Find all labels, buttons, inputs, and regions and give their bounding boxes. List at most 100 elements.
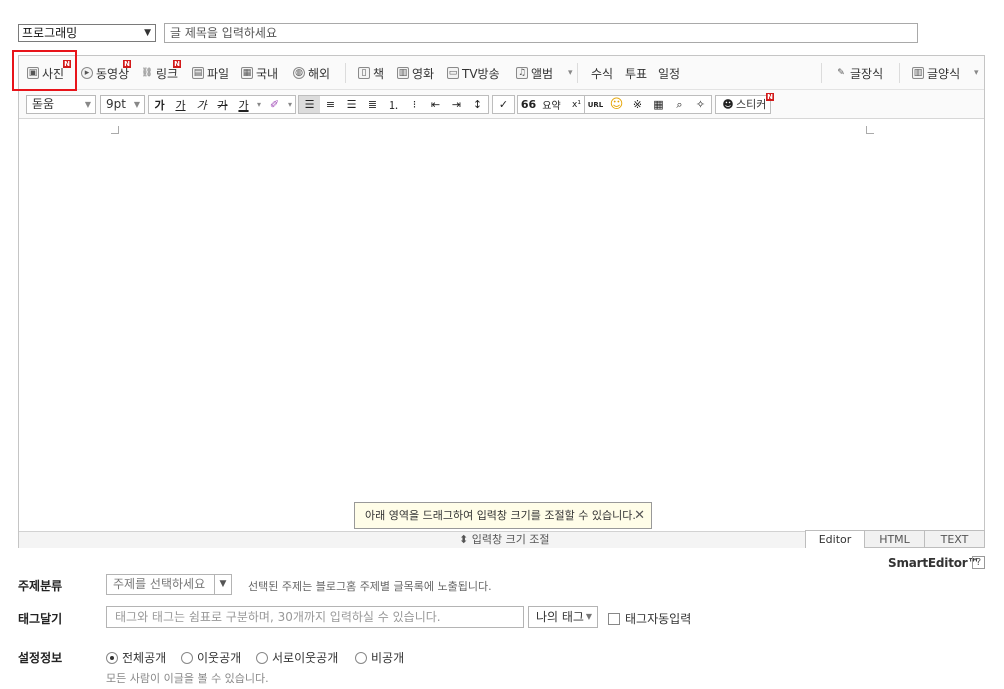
- album-button[interactable]: ♫ 앨범: [516, 65, 553, 81]
- text-style-button[interactable]: ✎ 글장식: [835, 65, 883, 81]
- link-button[interactable]: ⛓ 링크 N: [141, 60, 181, 81]
- italic-button[interactable]: 가: [191, 96, 212, 113]
- emoticon-icon[interactable]: ☺: [606, 96, 627, 113]
- template-button[interactable]: ▥ 글양식: [912, 65, 960, 81]
- tv-button[interactable]: ▭ TV방송: [447, 65, 500, 81]
- sticker-button[interactable]: ☻ 스티커 N: [715, 93, 774, 114]
- sticker-label: 스티커: [736, 98, 767, 111]
- format-toolbar: 돋움 ▼ 9pt ▼ 가 가 가 가 가 ▾ ✐ ▾ ☰ ≡ ☰ ≣ ⒈ ⁝ ⇤…: [19, 90, 984, 119]
- tv-label: TV방송: [462, 66, 500, 81]
- strike-button[interactable]: 가: [212, 96, 233, 113]
- font-color-button[interactable]: 가: [233, 96, 254, 113]
- ordered-list-icon[interactable]: ⒈: [383, 96, 404, 113]
- align-right-icon[interactable]: ☰: [341, 96, 362, 113]
- insert-toolbar: ▣ 사진 N ▸ 동영상 N ⛓ 링크 N ▤ 파일 ▦ 국내 ◍ 해외 ▯ 책…: [19, 56, 984, 90]
- category-select[interactable]: 프로그래밍 ▼: [18, 24, 156, 42]
- summary-button[interactable]: 요약: [539, 96, 564, 113]
- spellcheck-group: ✓: [492, 95, 515, 114]
- radio-public[interactable]: [106, 651, 118, 664]
- tab-text[interactable]: TEXT: [925, 530, 985, 548]
- font-size-select[interactable]: 9pt ▼: [100, 95, 145, 114]
- new-badge: N: [123, 60, 131, 68]
- special-char-icon[interactable]: ※: [627, 96, 648, 113]
- quote-group: 66 요약 x¹: [517, 95, 590, 114]
- file-icon: ▤: [192, 67, 204, 79]
- visibility-public[interactable]: 전체공개: [106, 649, 166, 666]
- visibility-private[interactable]: 비공개: [355, 649, 404, 666]
- poll-label: 투표: [625, 66, 648, 81]
- auto-tag-label: 태그자동입력: [625, 612, 692, 626]
- toolbar-divider: [345, 63, 346, 83]
- topic-select[interactable]: 주제를 선택하세요 ▼: [106, 574, 232, 595]
- editor-frame: ▣ 사진 N ▸ 동영상 N ⛓ 링크 N ▤ 파일 ▦ 국내 ◍ 해외 ▯ 책…: [18, 55, 985, 548]
- paragraph-group: ☰ ≡ ☰ ≣ ⒈ ⁝ ⇤ ⇥ ↕: [298, 95, 489, 114]
- resize-tooltip: 아래 영역을 드래그하여 입력창 크기를 조절할 수 있습니다. ✕: [354, 502, 652, 529]
- visibility-neighbors[interactable]: 이웃공개: [181, 649, 241, 666]
- template-dropdown-icon[interactable]: ▾: [974, 65, 979, 81]
- radio-neighbors[interactable]: [181, 651, 193, 664]
- indent-icon[interactable]: ⇥: [446, 96, 467, 113]
- dropdown-arrow-icon: ▼: [585, 612, 592, 621]
- book-button[interactable]: ▯ 책: [358, 65, 384, 81]
- highlight-color-icon[interactable]: ✐: [264, 96, 285, 113]
- tab-editor[interactable]: Editor: [805, 530, 865, 548]
- overseas-label: 해외: [308, 66, 331, 81]
- bold-button[interactable]: 가: [149, 96, 170, 113]
- radio-mutual[interactable]: [256, 651, 268, 664]
- template-icon: ▥: [912, 67, 924, 79]
- visibility-neighbors-label: 이웃공개: [197, 651, 242, 665]
- tag-input[interactable]: 태그와 태그는 쉼표로 구분하며, 30개까지 입력하실 수 있습니다.: [106, 606, 524, 628]
- file-button[interactable]: ▤ 파일: [192, 65, 229, 81]
- formula-label: 수식: [591, 66, 614, 81]
- radio-private[interactable]: [355, 651, 367, 664]
- font-family-value: 돋움: [32, 97, 55, 111]
- tv-icon: ▭: [447, 67, 459, 79]
- line-height-icon[interactable]: ↕: [467, 96, 488, 113]
- dropdown-arrow-icon: ▼: [133, 100, 140, 109]
- align-center-icon[interactable]: ≡: [320, 96, 341, 113]
- auto-tag-checkbox[interactable]: [608, 612, 620, 625]
- spellcheck-icon[interactable]: ✓: [493, 96, 514, 113]
- tab-html[interactable]: HTML: [865, 530, 925, 548]
- settings-label: 설정정보: [18, 651, 63, 665]
- bullet-list-icon[interactable]: ⁝: [404, 96, 425, 113]
- font-color-dropdown-icon[interactable]: ▾: [254, 96, 264, 113]
- font-family-select[interactable]: 돋움 ▼: [26, 95, 96, 114]
- visibility-mutual[interactable]: 서로이웃공개: [256, 649, 338, 666]
- poll-button[interactable]: 투표: [625, 65, 647, 81]
- brush-icon: ✎: [837, 68, 845, 78]
- toolbar-divider: [821, 63, 822, 83]
- highlight-dropdown-icon[interactable]: ▾: [285, 96, 295, 113]
- play-icon: ▸: [81, 67, 93, 79]
- more-dropdown-icon[interactable]: ▾: [568, 65, 573, 81]
- visibility-public-label: 전체공개: [122, 651, 167, 665]
- visibility-mutual-label: 서로이웃공개: [272, 651, 339, 665]
- close-icon[interactable]: ✕: [634, 503, 645, 528]
- outdent-icon[interactable]: ⇤: [425, 96, 446, 113]
- overseas-map-button[interactable]: ◍ 해외: [293, 65, 330, 81]
- align-left-icon[interactable]: ☰: [299, 96, 320, 113]
- title-input[interactable]: 글 제목을 입력하세요: [164, 23, 918, 43]
- underline-button[interactable]: 가: [170, 96, 191, 113]
- schedule-button[interactable]: 일정: [658, 65, 680, 81]
- text-style-label: 글장식: [850, 66, 884, 81]
- editor-content-area[interactable]: [19, 119, 984, 531]
- auto-tag-option[interactable]: 태그자동입력: [608, 610, 691, 627]
- movie-button[interactable]: ▥ 영화: [397, 65, 434, 81]
- find-icon[interactable]: ⌕: [669, 96, 690, 113]
- dropdown-arrow-icon: ▼: [214, 575, 231, 594]
- hanja-icon[interactable]: ✧: [690, 96, 711, 113]
- toolbar-divider: [577, 63, 578, 83]
- quote-button[interactable]: 66: [518, 96, 539, 113]
- tag-label: 태그달기: [18, 612, 63, 626]
- formula-button[interactable]: 수식: [591, 65, 613, 81]
- table-icon[interactable]: ▦: [648, 96, 669, 113]
- visibility-hint: 모든 사람이 이글을 볼 수 있습니다.: [106, 672, 269, 685]
- help-icon[interactable]: ?: [972, 556, 985, 569]
- my-tag-button[interactable]: 나의 태그 ▼: [528, 606, 598, 628]
- url-button[interactable]: URL: [585, 96, 606, 113]
- new-badge: N: [766, 93, 774, 101]
- domestic-map-button[interactable]: ▦ 국내: [241, 65, 278, 81]
- align-justify-icon[interactable]: ≣: [362, 96, 383, 113]
- video-button[interactable]: ▸ 동영상 N: [81, 60, 131, 81]
